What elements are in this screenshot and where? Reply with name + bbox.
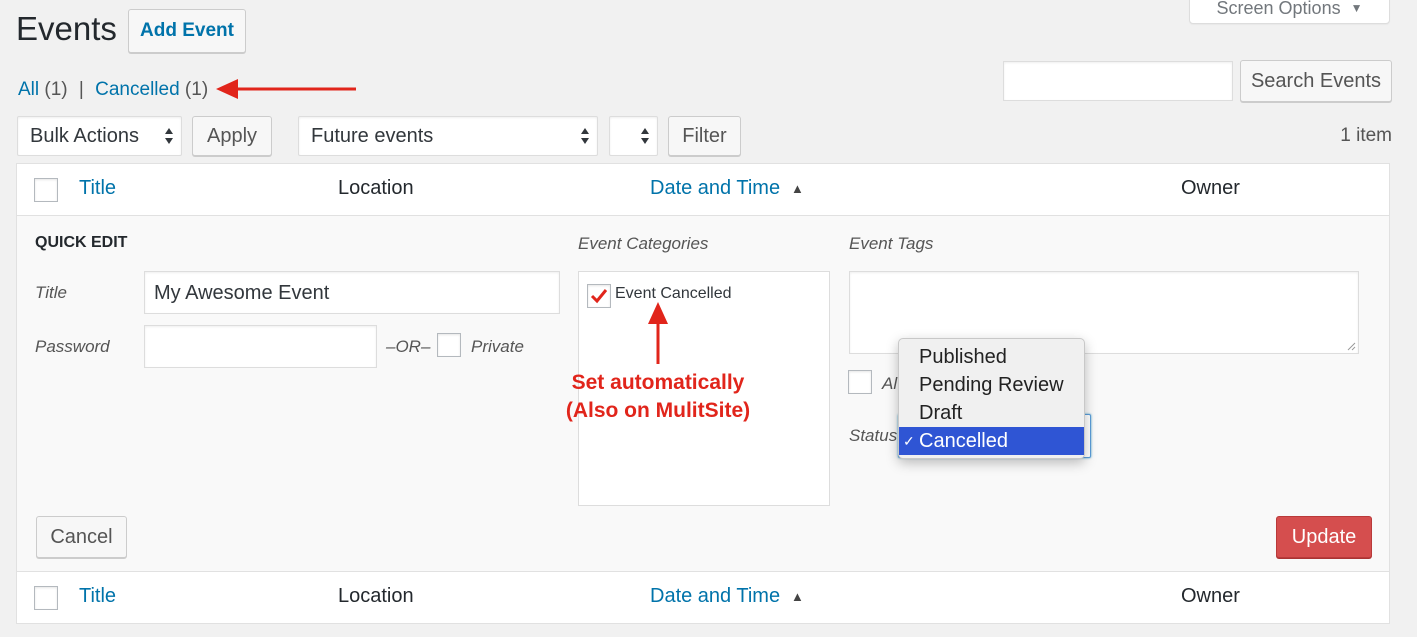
allow-comments-label: Al: [882, 374, 898, 393]
or-label: –OR–: [386, 337, 431, 356]
annotation-line-1: Set automatically: [571, 371, 745, 394]
sort-up-icon: ▲: [791, 589, 804, 604]
view-filters: All (1) | Cancelled (1): [18, 79, 208, 101]
chevron-down-icon: ▼: [1350, 1, 1363, 15]
select-all-checkbox[interactable]: [34, 178, 58, 202]
private-label: Private: [471, 337, 524, 356]
column-title[interactable]: Title: [79, 585, 116, 608]
allow-comments-checkbox[interactable]: [848, 370, 872, 394]
view-separator: |: [78, 79, 84, 100]
view-all-link[interactable]: All: [18, 79, 39, 100]
page-title: Events: [16, 10, 117, 47]
quick-edit-heading: QUICK EDIT: [35, 234, 128, 251]
table-header: Title Location Date and Time ▲ Owner: [16, 163, 1390, 216]
updown-arrow-icon: [641, 128, 649, 144]
bulk-actions-select[interactable]: Bulk Actions: [17, 116, 182, 156]
category-checkbox[interactable]: [587, 284, 611, 308]
search-input[interactable]: [1003, 61, 1233, 101]
annotation-line-2: (Also on MulitSite): [565, 399, 751, 422]
status-option-pending-review[interactable]: Pending Review: [899, 371, 1084, 399]
view-cancelled-count: (1): [184, 79, 209, 100]
status-label: Status: [849, 426, 898, 445]
sort-up-icon: ▲: [791, 181, 804, 196]
column-owner: Owner: [1181, 177, 1240, 199]
resize-handle-icon: [1347, 342, 1356, 351]
categories-label: Event Categories: [578, 234, 709, 253]
updown-arrow-icon: [581, 128, 589, 144]
title-input[interactable]: My Awesome Event: [144, 271, 560, 314]
column-date-time[interactable]: Date and Time: [650, 177, 780, 200]
view-all-count: (1): [44, 79, 68, 100]
update-button[interactable]: Update: [1276, 516, 1372, 558]
status-option-published[interactable]: Published: [899, 343, 1084, 371]
password-input[interactable]: [144, 325, 377, 368]
item-count: 1 item: [1340, 125, 1392, 146]
column-owner: Owner: [1181, 585, 1240, 607]
screen-options-label: Screen Options: [1216, 0, 1341, 18]
filter-button[interactable]: Filter: [668, 116, 741, 156]
annotation-text: Set automatically (Also on MulitSite): [540, 369, 776, 425]
checkmark-icon: ✓: [903, 433, 915, 449]
password-label: Password: [35, 337, 110, 356]
category-select[interactable]: [609, 116, 658, 156]
status-option-cancelled[interactable]: ✓ Cancelled: [899, 427, 1084, 455]
status-dropdown: Published Pending Review Draft ✓ Cancell…: [898, 338, 1085, 459]
red-arrow-icon: [648, 302, 668, 364]
private-checkbox[interactable]: [437, 333, 461, 357]
title-label: Title: [35, 283, 67, 302]
view-cancelled-link[interactable]: Cancelled: [95, 79, 180, 100]
cancel-button[interactable]: Cancel: [36, 516, 127, 558]
column-location: Location: [338, 585, 414, 607]
checkmark-icon: [590, 289, 608, 304]
column-title[interactable]: Title: [79, 177, 116, 200]
column-location: Location: [338, 177, 414, 199]
apply-button[interactable]: Apply: [192, 116, 272, 156]
scope-select[interactable]: Future events: [298, 116, 598, 156]
screen-options-button[interactable]: Screen Options ▼: [1189, 0, 1390, 24]
column-date-time[interactable]: Date and Time: [650, 585, 780, 608]
tags-label: Event Tags: [849, 234, 934, 253]
category-label: Event Cancelled: [615, 285, 732, 302]
updown-arrow-icon: [165, 128, 173, 144]
select-all-checkbox-footer[interactable]: [34, 586, 58, 610]
red-arrow-icon: [216, 79, 356, 99]
status-option-draft[interactable]: Draft: [899, 399, 1084, 427]
search-events-button[interactable]: Search Events: [1240, 60, 1392, 102]
add-event-button[interactable]: Add Event: [128, 9, 246, 53]
table-footer: Title Location Date and Time ▲ Owner: [16, 571, 1390, 624]
